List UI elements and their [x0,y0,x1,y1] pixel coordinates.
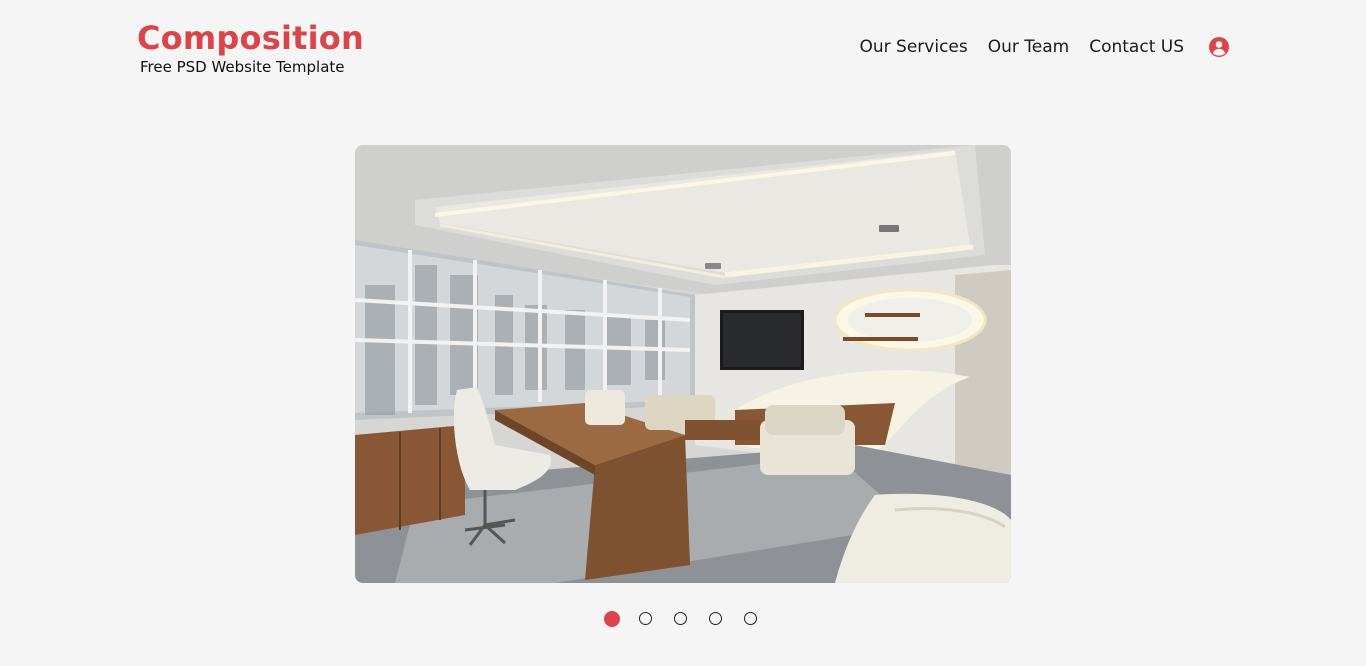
brand-logo[interactable]: Composition Free PSD Website Template [137,20,364,76]
slider-pagination [604,611,757,627]
main-nav: Our Services Our Team Contact US [860,36,1231,58]
slider-dot-3[interactable] [674,612,687,625]
nav-link-our-team[interactable]: Our Team [988,36,1069,58]
user-circle-icon[interactable] [1208,36,1230,58]
slider-dot-1[interactable] [604,611,620,627]
slider-dot-4[interactable] [709,612,722,625]
slider-dot-2[interactable] [639,612,652,625]
brand-subtitle: Free PSD Website Template [140,58,345,76]
brand-title: Composition [137,19,364,57]
slider-dot-5[interactable] [744,612,757,625]
nav-link-contact-us[interactable]: Contact US [1089,36,1184,58]
office-interior-photo [355,145,1011,583]
hero-slider[interactable] [355,145,1011,583]
nav-link-our-services[interactable]: Our Services [860,36,968,58]
